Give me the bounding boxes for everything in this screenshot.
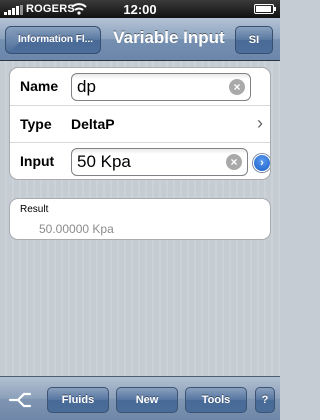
tools-button[interactable]: Tools	[185, 387, 247, 413]
fluids-button[interactable]: Fluids	[47, 387, 109, 413]
help-button[interactable]: ?	[255, 387, 275, 413]
type-row[interactable]: Type DeltaP ›	[10, 105, 270, 143]
clear-icon[interactable]: ×	[226, 154, 242, 170]
page-title: Variable Input	[113, 28, 225, 47]
input-value: 50 Kpa	[77, 152, 131, 171]
status-bar: ROGERS 12:00	[0, 0, 280, 18]
name-label: Name	[20, 78, 59, 94]
variable-form: Name dp × Type DeltaP › Input 50 Kpa × ›	[9, 67, 271, 180]
type-value: DeltaP	[71, 116, 115, 132]
type-label: Type	[20, 116, 52, 132]
name-field[interactable]: dp ×	[71, 73, 251, 101]
input-field[interactable]: 50 Kpa ×	[71, 148, 248, 176]
result-box: Result 50.00000 Kpa	[9, 198, 271, 240]
chevron-right-icon: ›	[257, 113, 263, 133]
input-label: Input	[20, 153, 55, 169]
navigation-bar: Information Fl... Variable Input SI	[0, 18, 280, 61]
new-button[interactable]: New	[116, 387, 178, 413]
unit-system-button[interactable]: SI	[235, 26, 273, 54]
fork-icon[interactable]	[8, 391, 32, 409]
status-time: 12:00	[123, 2, 157, 17]
disclosure-arrow-icon[interactable]: ›	[253, 154, 270, 172]
input-row: Input 50 Kpa × ›	[10, 142, 270, 179]
battery-icon	[254, 4, 276, 14]
back-button-label: Information Fl...	[18, 34, 93, 45]
name-row: Name dp ×	[10, 68, 270, 105]
bottom-toolbar: Fluids New Tools ?	[0, 376, 280, 420]
clear-icon[interactable]: ×	[229, 79, 245, 95]
name-value: dp	[77, 77, 96, 96]
result-value: 50.00000 Kpa	[39, 222, 114, 236]
back-button[interactable]: Information Fl...	[5, 26, 101, 54]
result-label: Result	[20, 204, 49, 215]
